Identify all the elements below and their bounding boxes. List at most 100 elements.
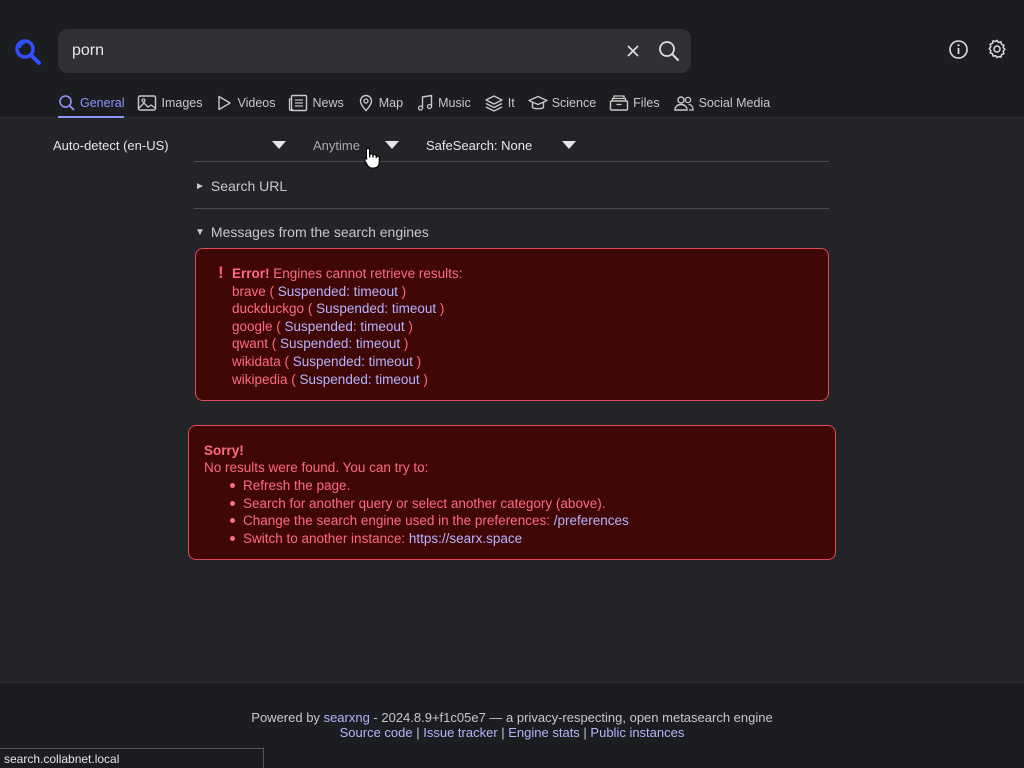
engine-status-link[interactable]: Suspended: timeout	[293, 354, 413, 369]
time-range-value: Anytime	[313, 137, 360, 153]
tab-news[interactable]: News	[288, 90, 344, 116]
search-icon	[59, 95, 75, 111]
tab-label: Science	[551, 96, 597, 110]
error-message: Engines cannot retrieve results:	[273, 266, 463, 281]
searxng-logo-icon[interactable]	[14, 38, 42, 66]
header: General Images Videos News Map Music It	[0, 0, 1024, 118]
engine-error-row: qwant ( Suspended: timeout )	[232, 336, 409, 352]
tab-it[interactable]: It	[484, 90, 515, 116]
list-item: Change the search engine used in the pre…	[230, 512, 629, 530]
info-icon[interactable]	[948, 39, 969, 60]
tab-label: Music	[438, 96, 471, 110]
time-range-chevron-down-icon[interactable]	[385, 141, 399, 149]
search-box	[58, 29, 691, 73]
divider	[194, 161, 829, 162]
preferences-link[interactable]: /preferences	[554, 513, 629, 528]
sorry-title: Sorry!	[204, 443, 244, 458]
music-note-icon	[417, 94, 433, 111]
footer-tagline: - 2024.8.9+f1c05e7 — a privacy-respectin…	[369, 710, 773, 725]
no-results-alert: Sorry! No results were found. You can tr…	[188, 425, 836, 560]
tab-general[interactable]: General	[58, 90, 125, 118]
engine-stats-link[interactable]: Engine stats	[508, 725, 580, 740]
powered-by-text: Powered by	[251, 710, 320, 725]
time-range-select[interactable]: Anytime	[313, 132, 360, 158]
category-tabs: General Images Videos News Map Music It	[58, 90, 783, 118]
language-select[interactable]: Auto-detect (en-US)	[53, 132, 169, 158]
engine-messages-label: Messages from the search engines	[210, 224, 429, 240]
engine-messages-toggle[interactable]: ▼ Messages from the search engines	[195, 224, 429, 240]
gear-icon[interactable]	[986, 38, 1008, 60]
search-filters: Auto-detect (en-US) Anytime SafeSearch: …	[0, 132, 1024, 158]
safesearch-chevron-down-icon[interactable]	[562, 141, 576, 149]
engine-error-list: Error! Engines cannot retrieve results: …	[232, 265, 462, 388]
suggestion-text: Switch to another instance:	[243, 530, 409, 546]
engine-name: google	[232, 318, 273, 334]
public-instances-link[interactable]: Public instances	[590, 725, 684, 740]
tab-files[interactable]: Files	[609, 90, 660, 116]
searx-space-link[interactable]: https://searx.space	[409, 531, 522, 546]
play-icon	[218, 95, 232, 111]
engine-name: qwant	[232, 336, 269, 352]
suggestion-list: Refresh the page. Search for another que…	[230, 477, 629, 547]
tab-label: General	[80, 96, 125, 110]
safesearch-value: SafeSearch: None	[426, 137, 533, 153]
engine-status-link[interactable]: Suspended: timeout	[285, 319, 405, 334]
search-input[interactable]	[72, 29, 592, 73]
language-value: Auto-detect (en-US)	[53, 137, 169, 153]
footer-powered-by: Powered by searxng - 2024.8.9+f1c05e7 — …	[0, 710, 1024, 725]
tab-label: Social Media	[698, 96, 771, 110]
engine-error-alert: ! Error! Engines cannot retrieve results…	[195, 248, 829, 401]
list-item: Refresh the page.	[230, 477, 629, 495]
clear-icon[interactable]	[623, 41, 643, 61]
map-pin-icon	[359, 94, 372, 112]
hand-pointer-cursor-icon	[364, 147, 380, 169]
layers-icon	[485, 95, 503, 112]
language-chevron-down-icon[interactable]	[272, 141, 286, 149]
tab-label: Map	[378, 96, 404, 110]
tab-science[interactable]: Science	[527, 90, 597, 116]
error-title: Error!	[232, 266, 270, 281]
engine-name: duckduckgo	[232, 301, 305, 317]
graduation-cap-icon	[527, 95, 548, 110]
engine-name: brave	[232, 283, 266, 299]
source-code-link[interactable]: Source code	[340, 725, 413, 740]
engine-status-link[interactable]: Suspended: timeout	[280, 336, 400, 351]
tab-map[interactable]: Map	[357, 90, 403, 116]
tab-label: News	[312, 96, 344, 110]
triangle-down-icon: ▼	[195, 226, 205, 238]
tab-social-media[interactable]: Social Media	[673, 90, 771, 116]
error-heading: Error! Engines cannot retrieve results:	[232, 265, 462, 283]
newspaper-icon	[289, 94, 308, 112]
people-icon	[673, 96, 694, 111]
tab-images[interactable]: Images	[137, 90, 202, 116]
search-url-label: Search URL	[210, 178, 288, 194]
tab-music[interactable]: Music	[416, 90, 471, 116]
suggestion-text: Refresh the page.	[243, 478, 351, 493]
engine-status-link[interactable]: Suspended: timeout	[300, 372, 420, 387]
image-icon	[138, 95, 157, 111]
safesearch-select[interactable]: SafeSearch: None	[426, 132, 532, 158]
engine-status-link[interactable]: Suspended: timeout	[316, 301, 436, 316]
issue-tracker-link[interactable]: Issue tracker	[423, 725, 497, 740]
browser-status-bar: search.collabnet.local	[0, 748, 264, 768]
tab-videos[interactable]: Videos	[215, 90, 275, 116]
sorry-text: No results were found. You can try to:	[204, 460, 429, 475]
tab-label: It	[507, 96, 515, 110]
searxng-link[interactable]: searxng	[324, 710, 370, 725]
search-url-toggle[interactable]: ► Search URL	[195, 178, 287, 194]
suggestion-text: Change the search engine used in the pre…	[243, 513, 554, 529]
engine-name: wikidata	[232, 353, 281, 369]
suggestion-text: Search for another query or select anoth…	[243, 495, 606, 511]
divider	[194, 208, 829, 209]
engine-status-link[interactable]: Suspended: timeout	[278, 284, 398, 299]
engine-error-row: duckduckgo ( Suspended: timeout )	[232, 301, 445, 317]
triangle-right-icon: ►	[195, 180, 205, 192]
tab-label: Videos	[237, 96, 276, 110]
exclamation-icon: !	[218, 263, 224, 282]
engine-name: wikipedia	[232, 371, 288, 387]
tab-label: Images	[161, 96, 203, 110]
engine-error-row: wikipedia ( Suspended: timeout )	[232, 371, 428, 387]
list-item: Search for another query or select anoth…	[230, 495, 629, 513]
search-icon[interactable]	[658, 40, 680, 62]
engine-error-row: wikidata ( Suspended: timeout )	[232, 353, 422, 369]
